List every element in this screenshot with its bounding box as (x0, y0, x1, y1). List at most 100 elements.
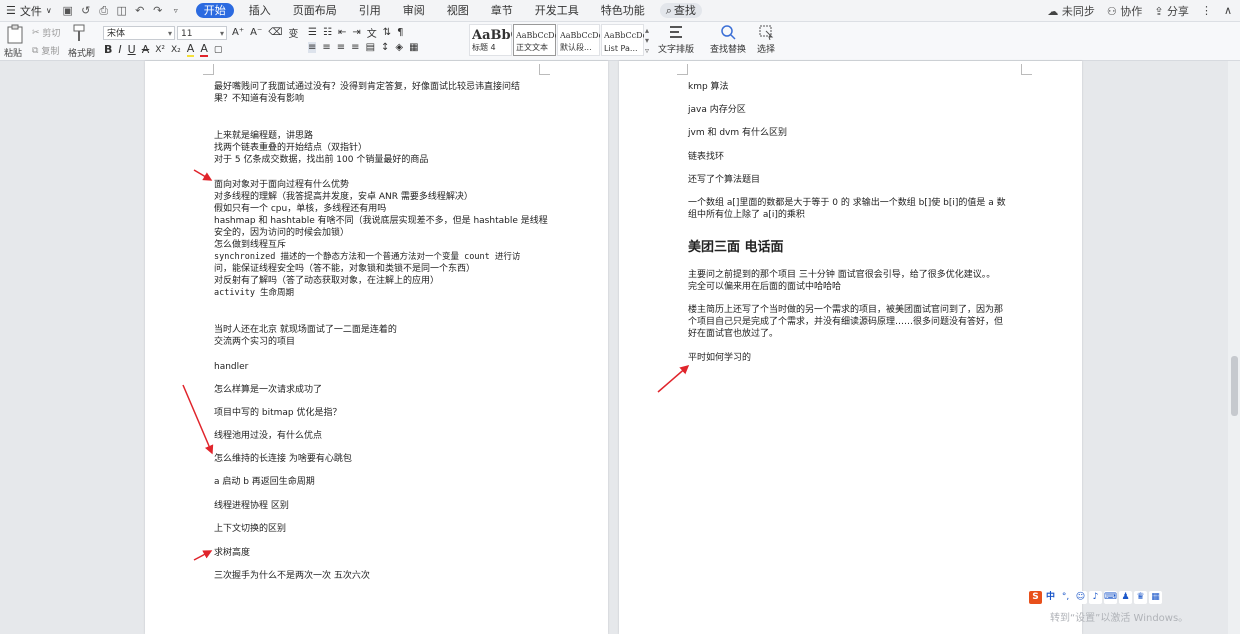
tab-references[interactable]: 引用 (348, 0, 392, 21)
collab-button[interactable]: ⚇ 协作 (1107, 3, 1142, 19)
justify-icon[interactable]: ≡ (351, 42, 359, 53)
phonetic-icon[interactable]: 变 (288, 25, 298, 40)
scroll-thumb[interactable] (1231, 356, 1238, 416)
bullets-icon[interactable]: ☰ (308, 27, 317, 38)
print-icon[interactable]: ⎙ (98, 4, 110, 18)
menu-right: ☁ 未同步 ⚇ 协作 ⇪ 分享 ⋮ ∧ (1047, 0, 1232, 21)
document-area[interactable]: 最好嘴贱问了我面试通过没有？没得到肯定答复，好像面试比较忌讳直接问结 果？不知道… (0, 61, 1240, 634)
decrease-indent-icon[interactable]: ⇤ (338, 27, 346, 38)
toolbox-icon[interactable]: ▦ (1149, 590, 1162, 604)
highlight-icon[interactable]: A (186, 42, 195, 57)
sync-button[interactable]: ☁ 未同步 (1047, 3, 1095, 19)
search-box[interactable]: ⌕ 查找 (659, 3, 702, 18)
undo-icon[interactable]: ↶ (134, 4, 146, 17)
collapse-ribbon-icon[interactable]: ∧ (1224, 4, 1232, 17)
copy-button[interactable]: ⧉ 复制 (32, 44, 59, 58)
customize-icon[interactable]: ▿ (170, 6, 182, 15)
style-heading-4[interactable]: AaBbC 标题 4 (469, 24, 512, 56)
tab-review[interactable]: 审阅 (392, 0, 436, 21)
strikethrough-icon[interactable]: A (142, 43, 150, 56)
format-painter-button[interactable] (72, 24, 86, 42)
ime-lang-label[interactable]: 中 (1044, 590, 1057, 604)
preview-icon[interactable]: ◫ (116, 4, 128, 17)
paste-button[interactable] (6, 24, 24, 44)
style-body-text[interactable]: AaBbCcDd 正文文本 (513, 24, 556, 56)
cut-label: 剪切 (42, 29, 61, 39)
hamburger-icon: ☰ (6, 4, 16, 17)
shrink-font-icon[interactable]: A⁻ (250, 27, 262, 38)
font-color-icon[interactable]: A (200, 42, 208, 57)
punctuation-icon[interactable]: °, (1059, 590, 1072, 604)
show-marks-icon[interactable]: ¶ (397, 27, 403, 38)
paragraph: 怎么做到线程互斥 (214, 240, 287, 250)
char-border-icon[interactable]: ▢ (214, 45, 223, 55)
paragraph: 求树高度 (214, 548, 251, 558)
tab-developer[interactable]: 开发工具 (524, 0, 590, 21)
numbering-icon[interactable]: ☷ (323, 27, 332, 38)
align-right-icon[interactable]: ≡ (337, 42, 345, 53)
paragraph: 楼主简历上还写了个当时做的另一个需求的项目，被美团面试官问到了，因为那 (688, 305, 1004, 315)
user-icon: ⚇ (1106, 4, 1117, 18)
save-icon[interactable]: ▣ (62, 4, 74, 17)
clear-format-icon[interactable]: ⌫ (268, 27, 282, 38)
borders-icon[interactable]: ▦ (409, 42, 418, 53)
style-sample: AaBbCcDd (516, 31, 556, 40)
select-button[interactable]: 选择 (746, 24, 786, 55)
menu-bar: ☰ 文件 ∨ ▣ ↺ ⎙ ◫ ↶ ↷ ▿ 开始 插入 页面布局 引用 审阅 视图… (0, 0, 1240, 22)
bold-icon[interactable]: B (104, 43, 112, 56)
share-button[interactable]: ⇪ 分享 (1154, 3, 1189, 19)
paragraph: 线程池用过没，有什么优点 (214, 431, 323, 441)
shading-icon[interactable]: ◈ (395, 42, 403, 53)
increase-indent-icon[interactable]: ⇥ (352, 27, 360, 38)
tab-insert[interactable]: 插入 (238, 0, 282, 21)
sogou-icon[interactable]: S (1029, 590, 1042, 604)
chevron-down-icon: ▾ (219, 29, 224, 38)
redo-icon[interactable]: ↷ (152, 4, 164, 17)
margin-mark (1021, 64, 1032, 75)
cut-button[interactable]: ✂ 剪切 (32, 26, 61, 40)
paragraph: 上来就是编程题，讲思路 (214, 131, 314, 141)
document-page-1[interactable]: 最好嘴贱问了我面试通过没有？没得到肯定答复，好像面试比较忌讳直接问结 果？不知道… (145, 61, 608, 634)
style-default-para[interactable]: AaBbCcDd 默认段... (557, 24, 600, 56)
paragraph: activity 生命周期 (214, 288, 295, 298)
text-layout-button[interactable]: 文字排版 (656, 24, 696, 55)
chinese-layout-icon[interactable]: 文 (367, 25, 377, 40)
vertical-scrollbar[interactable] (1228, 61, 1240, 634)
chevron-down-icon: ∨ (45, 6, 52, 15)
align-left-icon[interactable]: ≡ (308, 42, 317, 53)
tab-page-layout[interactable]: 页面布局 (282, 0, 348, 21)
file-menu[interactable]: ☰ 文件 ∨ (0, 3, 58, 19)
style-gallery-more[interactable]: ▴ ▾ ▿ (645, 24, 653, 58)
keyboard-icon[interactable]: ⌨ (1104, 590, 1117, 604)
superscript-icon[interactable]: X² (155, 45, 165, 55)
collab-label: 协作 (1120, 4, 1143, 18)
italic-icon[interactable]: I (118, 43, 121, 56)
emoji-icon[interactable]: ☺ (1074, 590, 1087, 604)
font-name-select[interactable]: 宋体 ▾ (103, 26, 175, 40)
tab-features[interactable]: 特色功能 (590, 0, 656, 21)
find-replace-button[interactable]: 查找替换 (708, 24, 748, 55)
paragraph: 最好嘴贱问了我面试通过没有？没得到肯定答复，好像面试比较忌讳直接问结 (214, 82, 521, 92)
align-center-icon[interactable]: ≡ (322, 42, 330, 53)
more-icon[interactable]: ⋮ (1201, 4, 1212, 17)
sort-icon[interactable]: ⇅ (383, 27, 391, 38)
tab-chapter[interactable]: 章节 (480, 0, 524, 21)
style-list-paragraph[interactable]: AaBbCcDd List Pa... (601, 24, 644, 56)
tab-view[interactable]: 视图 (436, 0, 480, 21)
paragraph: a 启动 b 再返回生命周期 (214, 477, 315, 487)
grow-font-icon[interactable]: A⁺ (232, 27, 244, 38)
line-spacing-icon[interactable]: ↕ (381, 42, 389, 53)
distribute-icon[interactable]: ▤ (366, 42, 375, 53)
tab-home[interactable]: 开始 (195, 3, 234, 18)
document-page-2[interactable]: kmp 算法 java 内存分区 jvm 和 dvm 有什么区别 链表找环 还写… (619, 61, 1082, 634)
skin-icon[interactable]: ♛ (1134, 590, 1147, 604)
ime-toolbar[interactable]: S 中 °, ☺ ♪ ⌨ ♟ ♛ ▦ (1029, 588, 1162, 606)
history-icon[interactable]: ↺ (80, 4, 92, 17)
font-size-select[interactable]: 11 ▾ (177, 26, 227, 40)
font-size-tools: A⁺ A⁻ ⌫ 变 (232, 25, 298, 40)
voice-icon[interactable]: ♪ (1089, 590, 1102, 604)
subscript-icon[interactable]: X₂ (171, 45, 181, 55)
person-icon[interactable]: ♟ (1119, 590, 1132, 604)
paragraph: 平时如何学习的 (688, 353, 752, 363)
underline-icon[interactable]: U (128, 43, 136, 56)
